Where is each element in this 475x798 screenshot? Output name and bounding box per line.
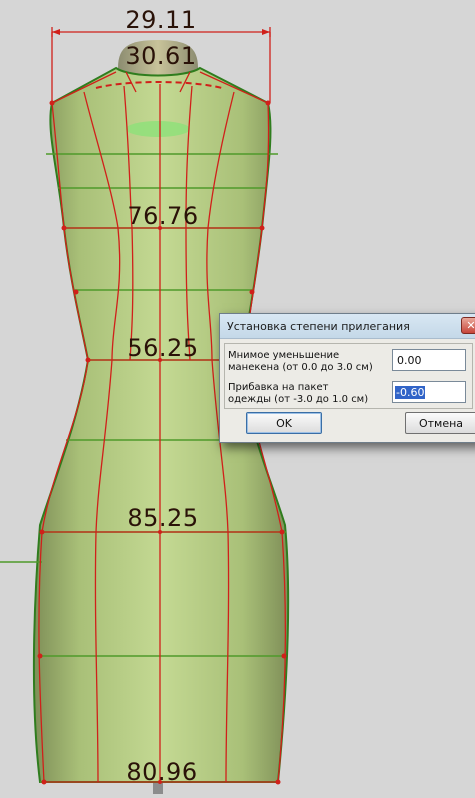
- measure-hips: 85.25: [127, 504, 199, 532]
- ok-button[interactable]: OK: [246, 412, 322, 434]
- garment-allowance-input[interactable]: -0.60: [392, 381, 466, 403]
- measure-neck: 30.61: [125, 42, 197, 70]
- measure-bust: 76.76: [127, 202, 199, 230]
- garment-allowance-value: -0.60: [395, 386, 426, 399]
- garment-allowance-label-line1: Прибавка на пакет: [228, 382, 329, 393]
- dialog-close-button[interactable]: ✕: [461, 317, 475, 334]
- measure-waist: 56.25: [127, 334, 199, 362]
- dialog-titlebar[interactable]: Установка степени прилегания ✕: [220, 314, 475, 339]
- mannequin-reduction-label: Мнимое уменьшение манекена (от 0.0 до 3.…: [228, 350, 373, 374]
- measure-shoulder-width: 29.11: [125, 6, 197, 34]
- mannequin-reduction-label-line1: Мнимое уменьшение: [228, 350, 340, 361]
- dialog-title: Установка степени прилегания: [227, 320, 410, 333]
- mannequin-reduction-value: 0.00: [397, 354, 422, 367]
- garment-allowance-label: Прибавка на пакет одежды (от -3.0 до 1.0…: [228, 382, 368, 406]
- cancel-button[interactable]: Отмена: [405, 412, 475, 434]
- mannequin-reduction-label-line2: манекена (от 0.0 до 3.0 см): [228, 362, 373, 373]
- dialog-fields-panel: Мнимое уменьшение манекена (от 0.0 до 3.…: [224, 343, 473, 409]
- chest-highlight: [126, 121, 190, 137]
- measure-hem: 80.96: [126, 758, 198, 786]
- mannequin-reduction-input[interactable]: 0.00: [392, 349, 466, 371]
- fit-settings-dialog: Установка степени прилегания ✕ Мнимое ум…: [219, 313, 475, 443]
- close-icon: ✕: [466, 319, 475, 332]
- garment-allowance-label-line2: одежды (от -3.0 до 1.0 см): [228, 394, 369, 405]
